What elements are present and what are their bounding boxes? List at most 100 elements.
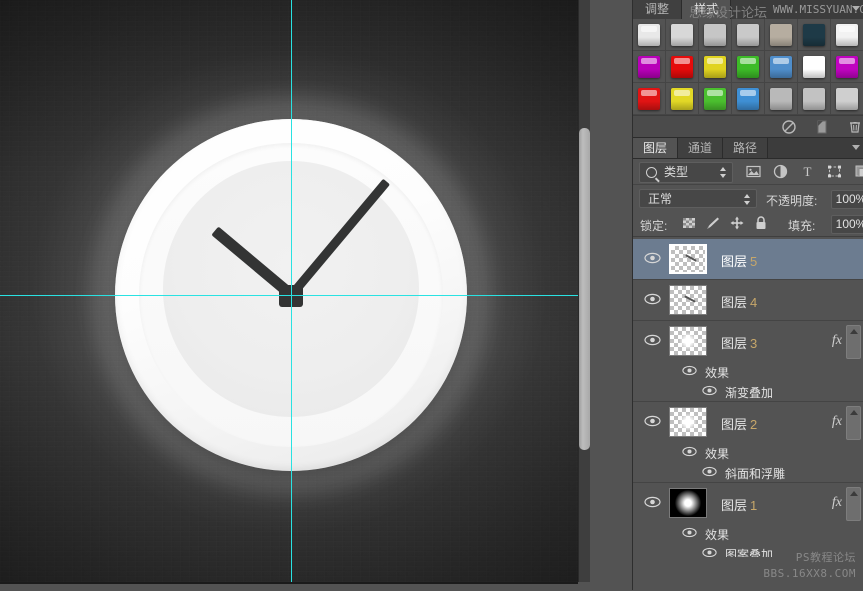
layer-main-row[interactable]: 图层4: [633, 280, 863, 320]
guide-vertical[interactable]: [291, 0, 292, 582]
layer-thumbnail[interactable]: [669, 407, 707, 437]
style-swatch-cell[interactable]: [831, 83, 863, 115]
effect-visibility-toggle[interactable]: [702, 466, 717, 477]
style-swatch-cell[interactable]: [831, 19, 863, 51]
effect-visibility-toggle[interactable]: [702, 385, 717, 396]
layers-panel-menu-icon[interactable]: [852, 145, 860, 150]
style-silver-fold[interactable]: [737, 24, 759, 46]
style-light-gray[interactable]: [671, 24, 693, 46]
style-swatch-cell[interactable]: [699, 19, 732, 51]
style-swatch-cell[interactable]: [765, 51, 798, 83]
delete-style-icon[interactable]: [847, 119, 863, 135]
layer-thumbnail[interactable]: [669, 244, 707, 274]
layer-visibility-toggle[interactable]: [644, 496, 661, 508]
layer-row[interactable]: 图层4: [633, 280, 863, 321]
style-yellow-2[interactable]: [671, 88, 693, 110]
style-swatch-cell[interactable]: [666, 83, 699, 115]
style-white-flat[interactable]: [836, 24, 858, 46]
style-white-gloss[interactable]: [638, 24, 660, 46]
style-swatch-cell[interactable]: [732, 19, 765, 51]
style-green-2[interactable]: [704, 88, 726, 110]
effect-visibility-toggle[interactable]: [682, 365, 697, 376]
style-swatch-cell[interactable]: [732, 83, 765, 115]
style-swatch-cell[interactable]: [831, 51, 863, 83]
lock-all-icon[interactable]: [753, 215, 769, 231]
style-tan-metal[interactable]: [770, 24, 792, 46]
style-swatch-cell[interactable]: [699, 83, 732, 115]
layer-list[interactable]: 图层5图层4图层3fx效果渐变叠加图层2fx效果斜面和浮雕图层1fx效果图案叠加…: [633, 239, 863, 557]
layer-main-row[interactable]: 图层5: [633, 239, 863, 279]
style-blue-2[interactable]: [737, 88, 759, 110]
layer-row[interactable]: 图层5: [633, 239, 863, 280]
layer-main-row[interactable]: 图层1fx: [633, 483, 863, 523]
text-filter-icon[interactable]: T: [799, 163, 816, 180]
lock-pixels-icon[interactable]: [705, 215, 721, 231]
style-red[interactable]: [671, 56, 693, 78]
canvas-area[interactable]: [0, 0, 597, 590]
layer-effect-row[interactable]: 效果: [633, 442, 863, 462]
lock-position-icon[interactable]: [729, 215, 745, 231]
layer-fx-expand-toggle[interactable]: [846, 325, 861, 359]
style-swatch-cell[interactable]: [666, 51, 699, 83]
style-swatch-cell[interactable]: [666, 19, 699, 51]
style-swatch-cell[interactable]: [798, 51, 831, 83]
layer-thumbnail[interactable]: [669, 488, 707, 518]
new-style-icon[interactable]: [815, 119, 831, 135]
effect-visibility-toggle[interactable]: [702, 547, 717, 557]
blend-mode-stepper[interactable]: [744, 194, 751, 205]
layer-fx-expand-toggle[interactable]: [846, 406, 861, 440]
style-swatch-cell[interactable]: [798, 83, 831, 115]
layer-effect-row[interactable]: 效果: [633, 523, 863, 543]
shape-filter-icon[interactable]: [826, 163, 843, 180]
layer-fx-icon[interactable]: fx: [832, 333, 842, 349]
layer-visibility-toggle[interactable]: [644, 415, 661, 427]
style-yellow[interactable]: [704, 56, 726, 78]
style-swatch-cell[interactable]: [765, 19, 798, 51]
adjustment-filter-icon[interactable]: [772, 163, 789, 180]
layer-visibility-toggle[interactable]: [644, 252, 661, 264]
opacity-value[interactable]: 100%: [831, 190, 863, 209]
layer-fx-icon[interactable]: fx: [832, 414, 842, 430]
style-swatch-cell[interactable]: [633, 19, 666, 51]
style-swatch-cell[interactable]: [633, 83, 666, 115]
style-white-glow[interactable]: [803, 56, 825, 78]
style-swatch-cell[interactable]: [699, 51, 732, 83]
filter-kind-stepper[interactable]: [720, 167, 727, 178]
style-dark-teal[interactable]: [803, 24, 825, 46]
layer-thumbnail[interactable]: [669, 285, 707, 315]
layer-row[interactable]: 图层3fx效果渐变叠加: [633, 321, 863, 402]
style-red-2[interactable]: [638, 88, 660, 110]
filter-kind-select[interactable]: 类型: [639, 162, 733, 183]
layer-row[interactable]: 图层2fx效果斜面和浮雕: [633, 402, 863, 483]
style-green[interactable]: [737, 56, 759, 78]
document-canvas[interactable]: [0, 0, 578, 584]
style-swatch-grid[interactable]: [633, 19, 863, 115]
layer-effect-row[interactable]: 渐变叠加: [633, 381, 863, 401]
effect-visibility-toggle[interactable]: [682, 527, 697, 538]
style-swatch-cell[interactable]: [765, 83, 798, 115]
layer-visibility-toggle[interactable]: [644, 293, 661, 305]
style-gray-curl-3[interactable]: [836, 88, 858, 110]
guide-horizontal[interactable]: [0, 295, 578, 296]
lock-transparency-icon[interactable]: [681, 215, 697, 231]
layer-fx-icon[interactable]: fx: [832, 495, 842, 511]
layers-tab-2[interactable]: 路径: [723, 138, 768, 158]
layers-tab-1[interactable]: 通道: [678, 138, 723, 158]
clear-style-icon[interactable]: [781, 119, 797, 135]
style-purple[interactable]: [836, 56, 858, 78]
layer-visibility-toggle[interactable]: [644, 334, 661, 346]
styles-tab-0[interactable]: 调整: [633, 0, 682, 19]
layer-main-row[interactable]: 图层2fx: [633, 402, 863, 442]
smart-object-filter-icon[interactable]: [853, 163, 863, 180]
style-gray-bevel[interactable]: [704, 24, 726, 46]
layer-effect-row[interactable]: 斜面和浮雕: [633, 462, 863, 482]
image-filter-icon[interactable]: [745, 163, 762, 180]
scrollbar-thumb[interactable]: [579, 128, 590, 450]
fill-value[interactable]: 100%: [831, 215, 863, 234]
effect-visibility-toggle[interactable]: [682, 446, 697, 457]
layer-row[interactable]: 图层1fx效果图案叠加: [633, 483, 863, 557]
style-swatch-cell[interactable]: [633, 51, 666, 83]
style-gray-curl[interactable]: [770, 88, 792, 110]
layer-effect-row[interactable]: 效果: [633, 361, 863, 381]
style-magenta[interactable]: [638, 56, 660, 78]
